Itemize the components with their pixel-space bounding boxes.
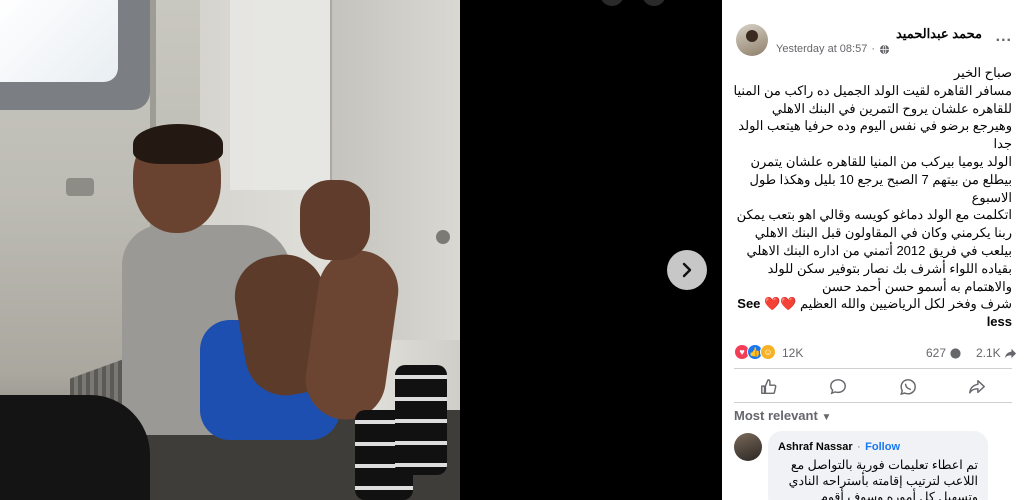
more-options-button[interactable]: ... xyxy=(996,28,1012,46)
comment-count[interactable]: 627 xyxy=(926,346,962,360)
viewer-top-control[interactable] xyxy=(600,0,624,6)
share-count-value: 2.1K xyxy=(976,346,1001,360)
post-sidebar: محمد عبدالحميد Yesterday at 08:57 · ... … xyxy=(722,0,1024,500)
share-button[interactable] xyxy=(957,373,997,401)
thumbs-up-icon xyxy=(760,379,777,395)
post-line: الولد يوميا بيركب من المنيا للقاهره علشا… xyxy=(749,153,1012,205)
whatsapp-icon xyxy=(899,379,916,396)
comment-count-value: 627 xyxy=(926,346,947,360)
post-line: صباح الخير xyxy=(954,65,1012,80)
author-name[interactable]: محمد عبدالحميد xyxy=(896,26,982,42)
chevron-right-icon xyxy=(682,262,692,278)
caret-down-icon: ▼ xyxy=(821,412,832,423)
post-line-text: شرف وفخر لكل الرياضيين والله العظيم ❤️❤️ xyxy=(764,296,1012,312)
commenter-name[interactable]: Ashraf Nassar xyxy=(778,441,853,453)
post-actions xyxy=(734,372,1012,402)
share-icon xyxy=(1004,348,1016,358)
commenter-avatar[interactable] xyxy=(734,433,762,461)
post-line: وهيرجع برضو في نفس اليوم وده حرفيا هيتعب… xyxy=(738,118,1012,152)
comment-sort-label: Most relevant xyxy=(734,408,818,423)
globe-icon xyxy=(879,44,890,54)
separator-dot: · xyxy=(857,441,861,453)
divider xyxy=(734,368,1012,369)
post-time[interactable]: Yesterday at 08:57 xyxy=(776,43,867,55)
viewer-top-control[interactable] xyxy=(642,0,666,6)
author-avatar[interactable] xyxy=(736,24,768,56)
post-body: صباح الخير مسافر القاهره لقيت الولد الجم… xyxy=(730,64,1013,331)
comment-text: تم اعطاء تعليمات فورية بالتواصل مع اللاع… xyxy=(788,458,978,500)
post-timestamp[interactable]: Yesterday at 08:57 · xyxy=(776,43,890,55)
like-button[interactable] xyxy=(749,373,789,401)
comment-bubble: Ashraf Nassar · Follow تم اعطاء تعليمات … xyxy=(768,431,988,500)
comment-button[interactable] xyxy=(818,373,858,401)
share-count[interactable]: 2.1K xyxy=(976,346,1017,360)
reactions-bar: ♥ 👍 ☺ 12K 627 2.1K xyxy=(734,342,1017,364)
share-icon xyxy=(969,379,986,394)
photo-viewer xyxy=(0,0,722,500)
post-photo xyxy=(0,0,460,500)
divider xyxy=(734,402,1012,403)
post-line: مسافر القاهره لقيت الولد الجميل ده راكب … xyxy=(733,82,1013,116)
comment-icon xyxy=(950,347,961,359)
post-line: شرف وفخر لكل الرياضيين والله العظيم ❤️❤️… xyxy=(730,295,1012,331)
comment-icon xyxy=(830,379,847,395)
reaction-count[interactable]: 12K xyxy=(782,346,803,360)
care-icon: ☺ xyxy=(760,344,776,360)
reaction-icons[interactable]: ♥ 👍 ☺ xyxy=(734,344,776,360)
follow-link[interactable]: Follow xyxy=(865,441,900,453)
comment-sort-dropdown[interactable]: Most relevant ▼ xyxy=(734,408,831,423)
next-photo-button[interactable] xyxy=(667,250,707,290)
whatsapp-share-button[interactable] xyxy=(888,373,928,401)
post-header: محمد عبدالحميد Yesterday at 08:57 · ... xyxy=(722,0,1024,62)
post-line: اتكلمت مع الولد دماغو كويسه وقالي اهو بت… xyxy=(736,207,1012,294)
